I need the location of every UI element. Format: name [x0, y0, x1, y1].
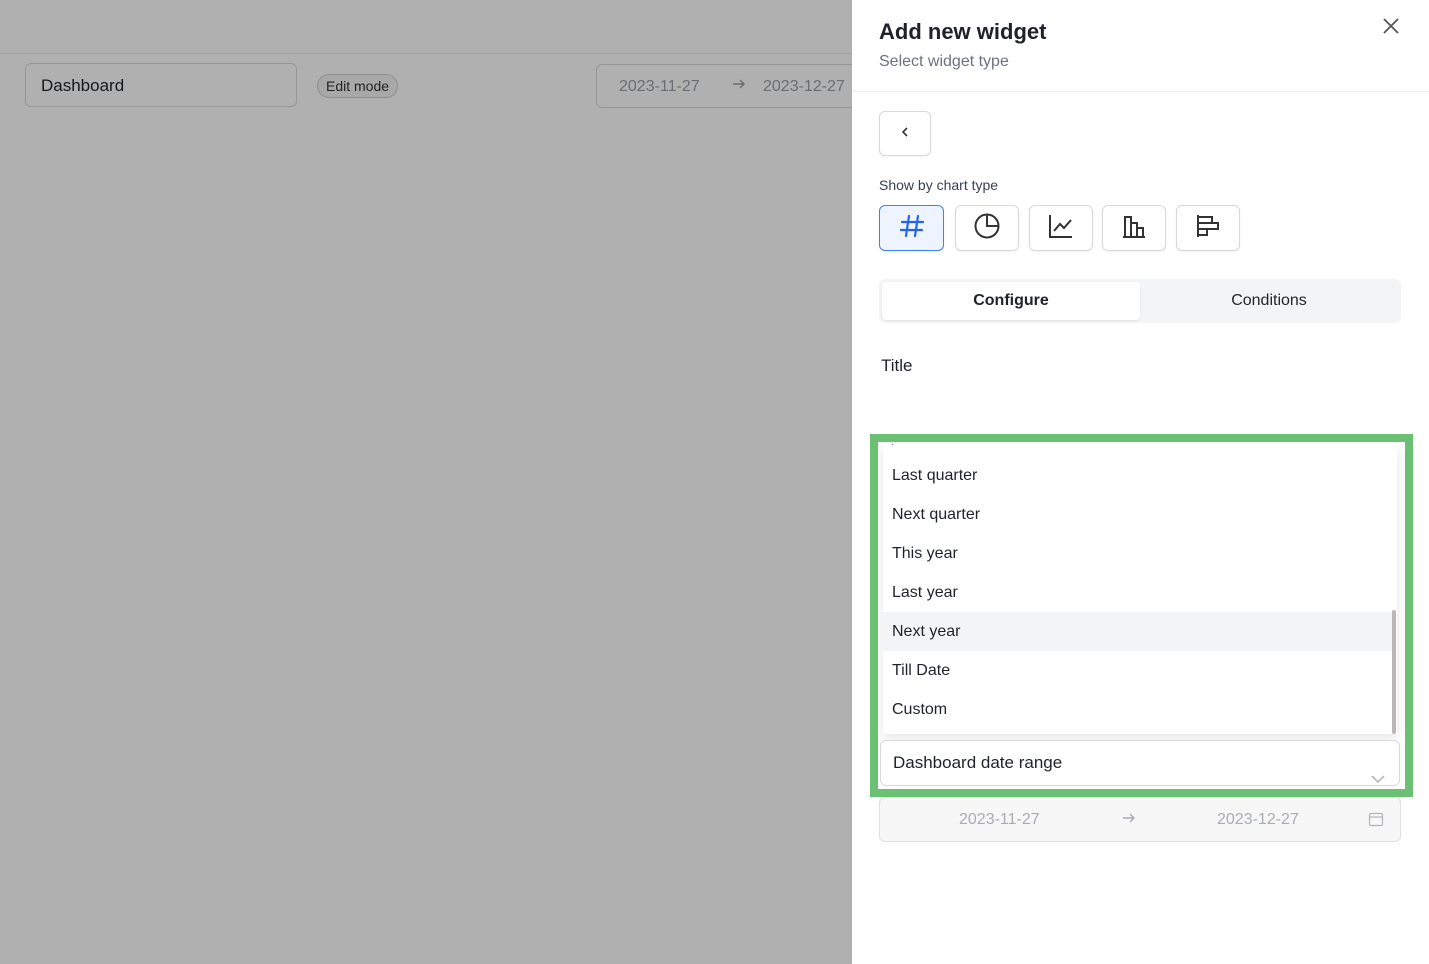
list-item[interactable]: Till Date [883, 651, 1393, 690]
date-range-select[interactable]: Dashboard date range [880, 740, 1400, 786]
number-icon [899, 213, 925, 244]
chevron-left-icon [899, 125, 911, 143]
list-item[interactable]: Last quarter [883, 456, 1393, 495]
horizontal-bar-chart-icon [1194, 212, 1222, 245]
chart-type-label: Show by chart type [879, 177, 999, 193]
chart-type-line[interactable] [1029, 205, 1093, 251]
drawer-header: Add new widget Select widget type [852, 0, 1429, 92]
close-icon[interactable] [1380, 15, 1402, 37]
list-item[interactable]: Next quarter [883, 495, 1393, 534]
bar-chart-icon [1120, 212, 1148, 245]
chart-type-bar[interactable] [1102, 205, 1166, 251]
date-range-picker[interactable]: 2023-11-27 2023-12-27 [879, 797, 1401, 842]
tab-configure[interactable]: Configure [882, 282, 1140, 320]
chevron-down-icon [1371, 757, 1385, 801]
list-item-partial: ▸ ˙˙ [892, 444, 915, 450]
title-field-label: Title [881, 356, 913, 375]
chart-type-number[interactable] [879, 205, 944, 251]
drawer-subtitle: Select widget type [879, 53, 1009, 70]
config-tabs: Configure Conditions [879, 279, 1401, 323]
dropdown-scrollbar[interactable] [1392, 610, 1396, 734]
list-item-highlighted[interactable]: Next year [883, 612, 1393, 651]
select-value: Dashboard date range [893, 753, 1063, 772]
list-item[interactable]: Last year [883, 573, 1393, 612]
pie-chart-icon [973, 212, 1001, 245]
date-end: 2023-12-27 [1217, 811, 1299, 828]
date-range-dropdown-list[interactable]: ▸ ˙˙ Last quarter Next quarter This year… [883, 444, 1397, 734]
date-start: 2023-11-27 [959, 811, 1040, 828]
arrow-right-icon [1121, 810, 1137, 831]
line-chart-icon [1047, 212, 1075, 245]
add-widget-drawer: Add new widget Select widget type Show b… [852, 0, 1429, 964]
back-button[interactable] [879, 111, 931, 156]
tab-conditions[interactable]: Conditions [1140, 282, 1398, 320]
list-item[interactable]: This year [883, 534, 1393, 573]
list-item[interactable]: Custom [883, 690, 1393, 729]
calendar-icon[interactable] [1368, 811, 1384, 832]
chart-type-horizontal-bar[interactable] [1176, 205, 1240, 251]
chart-type-pie[interactable] [955, 205, 1019, 251]
drawer-title: Add new widget [879, 19, 1047, 44]
